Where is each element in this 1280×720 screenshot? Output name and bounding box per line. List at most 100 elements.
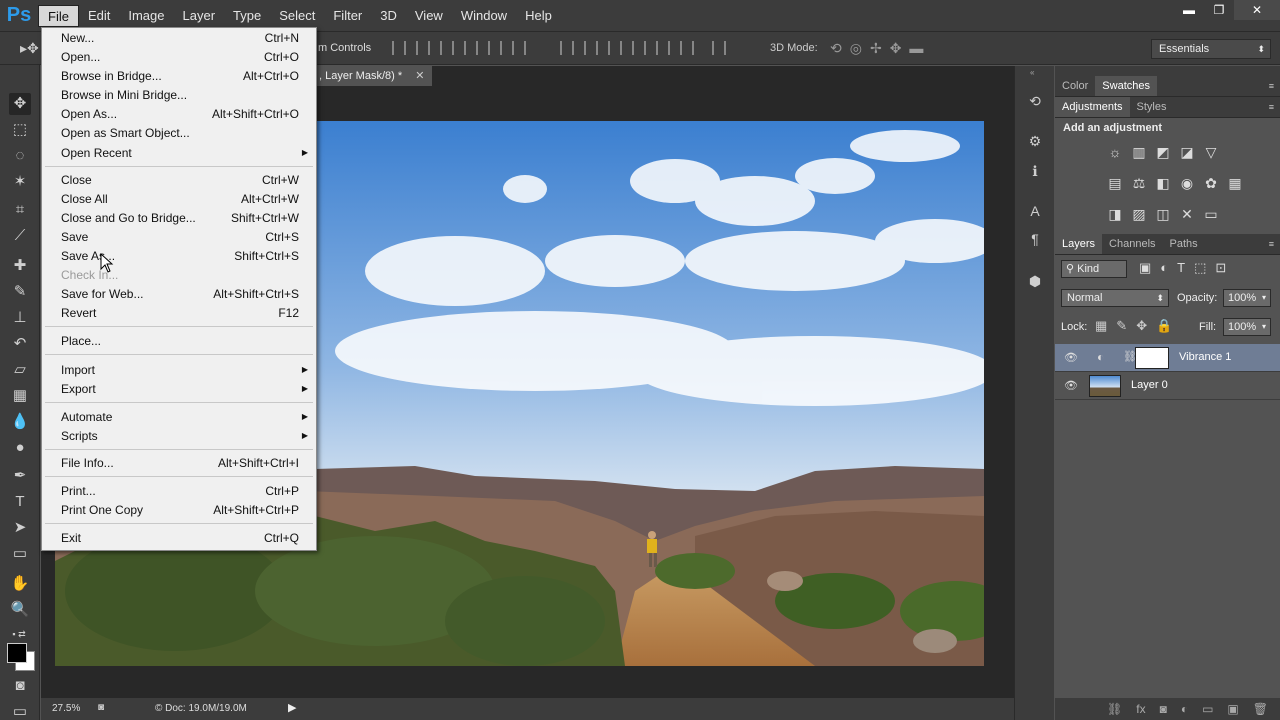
panel-menu-icon[interactable]: ≡ — [1269, 81, 1274, 91]
shape-tool-icon[interactable]: ▭ — [9, 543, 31, 565]
layer-name[interactable]: Vibrance 1 — [1179, 351, 1231, 363]
collapse-icons-icon[interactable]: « — [1030, 68, 1034, 77]
menu-file[interactable]: File — [38, 4, 79, 27]
color-lookup-icon[interactable]: ▦ — [1223, 172, 1247, 194]
threshold-icon[interactable]: ◫ — [1151, 203, 1175, 225]
maximize-button[interactable]: ❐ — [1204, 0, 1234, 20]
distribute-bottom-icon[interactable] — [608, 41, 622, 55]
panel-menu-icon[interactable]: ≡ — [1269, 102, 1274, 112]
menu-item-browse-bridge[interactable]: Browse in Bridge... Alt+Ctrl+O — [42, 67, 316, 86]
tab-styles[interactable]: Styles — [1130, 97, 1174, 117]
marquee-tool-icon[interactable]: ⬚ — [9, 119, 31, 141]
distribute-left-icon[interactable] — [632, 41, 646, 55]
type-filter-icon[interactable]: T — [1177, 260, 1185, 276]
menu-item-place[interactable]: Place... — [42, 332, 316, 351]
3d-scale-icon[interactable]: ▬ — [909, 40, 923, 57]
adjustment-filter-icon[interactable]: ◐ — [1160, 260, 1168, 276]
gradient-map-icon[interactable]: ▭ — [1199, 203, 1223, 225]
menu-3d[interactable]: 3D — [371, 5, 406, 27]
kind-filter-select[interactable]: ⚲ Kind — [1061, 260, 1127, 278]
menu-item-automate[interactable]: Automate ▶ — [42, 408, 316, 427]
paragraph-panel-icon[interactable]: ¶ — [1026, 230, 1044, 248]
menu-item-open[interactable]: Open... Ctrl+O — [42, 48, 316, 67]
menu-item-export[interactable]: Export ▶ — [42, 380, 316, 399]
align-right-icon[interactable] — [512, 41, 526, 55]
lock-transparent-icon[interactable]: ▦ — [1095, 318, 1107, 334]
3d-panel-icon[interactable]: ⬢ — [1026, 272, 1044, 290]
3d-slide-icon[interactable]: ✥ — [890, 40, 902, 57]
healing-brush-tool-icon[interactable]: ✚ — [9, 255, 31, 277]
menu-item-print-one-copy[interactable]: Print One Copy Alt+Shift+Ctrl+P — [42, 501, 316, 520]
fx-icon[interactable]: fx — [1136, 702, 1145, 716]
character-panel-icon[interactable]: A — [1026, 202, 1044, 220]
blend-mode-select[interactable]: Normal ⬍ — [1061, 289, 1169, 307]
menu-help[interactable]: Help — [516, 5, 561, 27]
move-tool-preset-icon[interactable]: ▸✥ — [20, 40, 39, 57]
tab-swatches[interactable]: Swatches — [1095, 76, 1157, 96]
menu-item-scripts[interactable]: Scripts ▶ — [42, 427, 316, 446]
exposure-icon[interactable]: ◪ — [1175, 141, 1199, 163]
menu-view[interactable]: View — [406, 5, 452, 27]
brightness-contrast-icon[interactable]: ☼ — [1103, 141, 1127, 163]
menu-type[interactable]: Type — [224, 5, 270, 27]
3d-roll-icon[interactable]: ◎ — [850, 40, 862, 57]
history-panel-icon[interactable]: ⟲ — [1026, 92, 1044, 110]
menu-item-exit[interactable]: Exit Ctrl+Q — [42, 529, 316, 548]
menu-item-new[interactable]: New... Ctrl+N — [42, 29, 316, 48]
properties-panel-icon[interactable]: ⚙ — [1026, 132, 1044, 150]
align-top-icon[interactable] — [392, 41, 406, 55]
document-tab[interactable]: , Layer Mask/8) * ✕ — [311, 66, 433, 86]
distribute-hcenter-icon[interactable] — [656, 41, 670, 55]
eraser-tool-icon[interactable]: ▱ — [9, 359, 31, 381]
show-transform-controls-label[interactable]: m Controls — [318, 42, 371, 54]
align-left-icon[interactable] — [464, 41, 478, 55]
visibility-eye-icon[interactable]: 👁 — [1064, 379, 1078, 392]
menu-item-save-as[interactable]: Save As... Shift+Ctrl+S — [42, 247, 316, 266]
smart-object-filter-icon[interactable]: ⊡ — [1215, 260, 1226, 276]
foreground-color-swatch[interactable] — [7, 643, 27, 663]
tab-adjustments[interactable]: Adjustments — [1055, 97, 1130, 117]
menu-layer[interactable]: Layer — [174, 5, 225, 27]
black-white-icon[interactable]: ◧ — [1151, 172, 1175, 194]
distribute-top-icon[interactable] — [560, 41, 574, 55]
menu-image[interactable]: Image — [119, 5, 173, 27]
tab-paths[interactable]: Paths — [1163, 234, 1205, 254]
zoom-level[interactable]: 27.5% — [52, 703, 80, 714]
align-bottom-icon[interactable] — [440, 41, 454, 55]
layer-row-vibrance[interactable]: 👁 ◐ ⛓ Vibrance 1 — [1055, 344, 1280, 372]
photo-filter-icon[interactable]: ◉ — [1175, 172, 1199, 194]
menu-filter[interactable]: Filter — [324, 5, 371, 27]
vibrance-icon[interactable]: ▽ — [1199, 141, 1223, 163]
zoom-tool-icon[interactable]: 🔍 — [9, 599, 31, 621]
chevron-down-icon[interactable]: ▾ — [1262, 319, 1266, 335]
screen-mode-icon[interactable]: ▭ — [9, 701, 31, 720]
tab-color[interactable]: Color — [1055, 76, 1095, 96]
add-mask-icon[interactable]: ◙ — [1160, 702, 1167, 716]
menu-item-open-smart-object[interactable]: Open as Smart Object... — [42, 124, 316, 143]
workspace-select[interactable]: Essentials ⬍ — [1151, 39, 1271, 59]
quick-selection-tool-icon[interactable]: ✶ — [9, 171, 31, 193]
color-balance-icon[interactable]: ⚖ — [1127, 172, 1151, 194]
menu-item-revert[interactable]: Revert F12 — [42, 304, 316, 323]
menu-item-save[interactable]: Save Ctrl+S — [42, 228, 316, 247]
3d-rotate-icon[interactable]: ⟲ — [830, 40, 842, 57]
selective-color-icon[interactable]: ✕ — [1175, 203, 1199, 225]
close-tab-icon[interactable]: ✕ — [415, 70, 424, 82]
menu-edit[interactable]: Edit — [79, 5, 119, 27]
new-layer-icon[interactable]: ▣ — [1227, 702, 1238, 716]
menu-item-print[interactable]: Print... Ctrl+P — [42, 482, 316, 501]
menu-item-file-info[interactable]: File Info... Alt+Shift+Ctrl+I — [42, 454, 316, 473]
menu-item-import[interactable]: Import ▶ — [42, 361, 316, 380]
layer-mask-thumbnail[interactable] — [1135, 347, 1169, 369]
3d-drag-icon[interactable]: ✢ — [870, 40, 882, 57]
gradient-tool-icon[interactable]: ▦ — [9, 385, 31, 407]
menu-item-open-as[interactable]: Open As... Alt+Shift+Ctrl+O — [42, 105, 316, 124]
close-window-button[interactable]: ✕ — [1234, 0, 1280, 20]
new-adjustment-layer-icon[interactable]: ◐ — [1181, 702, 1188, 716]
shape-filter-icon[interactable]: ⬚ — [1194, 260, 1206, 276]
clone-stamp-tool-icon[interactable]: ⊥ — [9, 307, 31, 329]
status-menu-arrow-icon[interactable]: ▶ — [288, 701, 296, 714]
menu-item-browse-mini-bridge[interactable]: Browse in Mini Bridge... — [42, 86, 316, 105]
levels-icon[interactable]: ▥ — [1127, 141, 1151, 163]
tab-layers[interactable]: Layers — [1055, 234, 1103, 254]
